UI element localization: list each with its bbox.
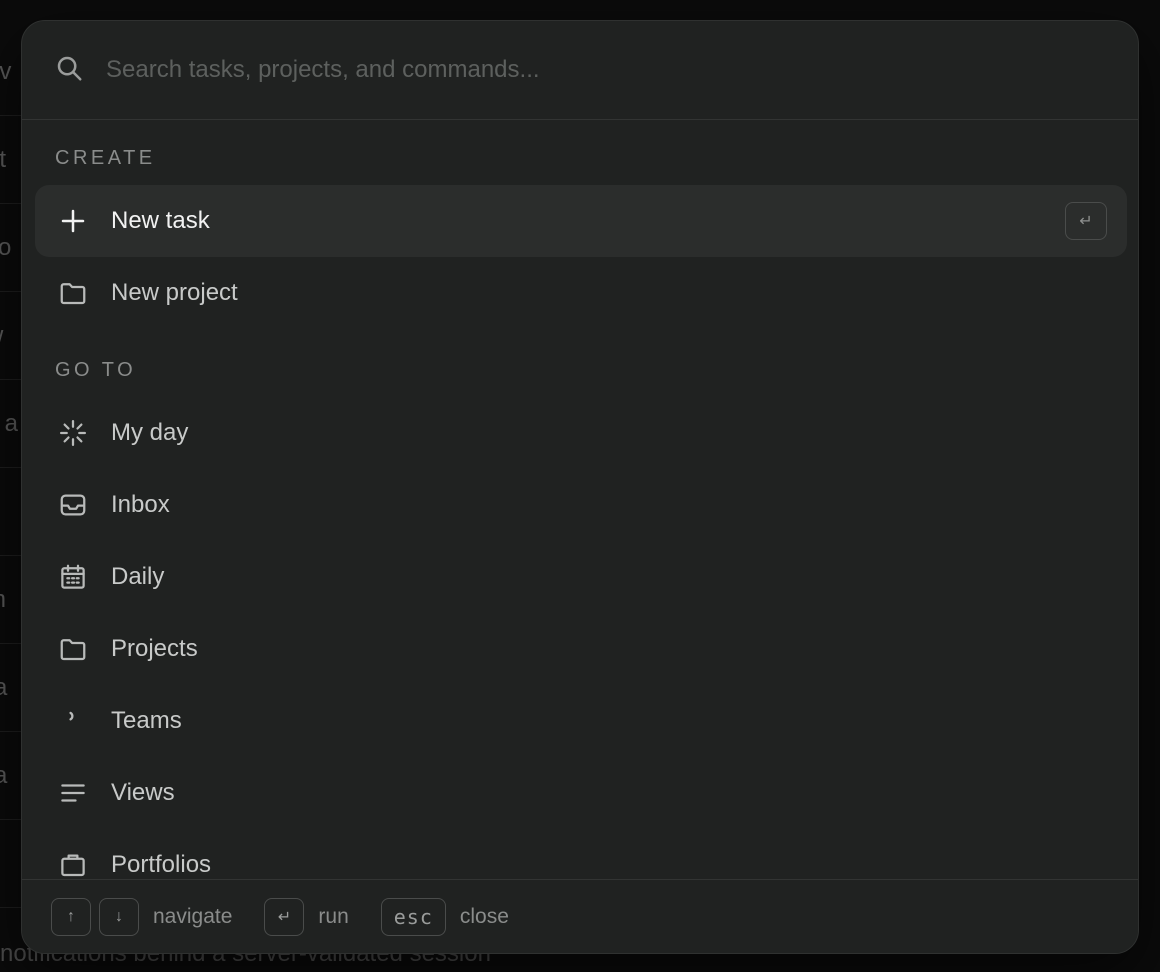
page: ev nt co w y a n m ra ra e notifications… [0,0,1160,972]
plus-icon [57,205,89,237]
command-list: CREATE New task ↵ New project GO TO My d… [22,121,1138,881]
command-views[interactable]: Views [35,757,1127,829]
lines-icon [57,777,89,809]
background-row-text: w [0,322,3,350]
search-icon [54,53,84,88]
palette-footer: ↑ ↓ navigate ↵ run esc close [22,879,1138,953]
team-icon [57,705,89,737]
folder-icon [57,277,89,309]
section-label-goto: GO TO [55,359,137,381]
command-new-task[interactable]: New task ↵ [35,185,1127,257]
navigate-hint: navigate [153,904,233,928]
command-label: Teams [111,707,182,734]
command-label: Views [111,779,175,806]
background-row-text: ev [0,57,12,85]
search-input[interactable] [106,50,1066,90]
loader-icon [57,417,89,449]
background-row-text: co [0,234,11,262]
command-palette: CREATE New task ↵ New project GO [21,20,1139,954]
enter-shortcut-badge: ↵ [1065,202,1107,240]
command-label: New project [111,279,238,306]
command-label: Portfolios [111,851,212,878]
background-row-text: ra [0,674,7,702]
command-projects[interactable]: Projects [35,613,1127,685]
section-label-create: CREATE [55,147,156,169]
background-row-text: ra [0,762,7,790]
background-row-text: y a [0,409,19,437]
run-hint: run [318,904,349,928]
briefcase-icon [57,849,89,881]
command-label: Daily [111,563,165,590]
command-inbox[interactable]: Inbox [35,469,1127,541]
background-row-text: m [0,586,6,614]
folder-icon [57,633,89,665]
command-my-day[interactable]: My day [35,397,1127,469]
inbox-icon [57,489,89,521]
up-arrow-key: ↑ [51,897,91,936]
esc-key: esc [380,897,446,936]
calendar-icon [57,561,89,593]
command-teams[interactable]: Teams [35,685,1127,757]
command-label: Projects [111,635,198,662]
background-row-text: nt [0,145,7,173]
down-arrow-key: ↓ [99,897,139,936]
command-label: Inbox [111,491,170,518]
command-label: My day [111,419,189,446]
command-portfolios[interactable]: Portfolios [35,829,1127,881]
command-daily[interactable]: Daily [35,541,1127,613]
close-hint: close [459,904,509,928]
command-new-project[interactable]: New project [35,257,1127,329]
command-label: New task [111,207,210,234]
search-bar [22,21,1138,120]
enter-key: ↵ [264,897,305,936]
